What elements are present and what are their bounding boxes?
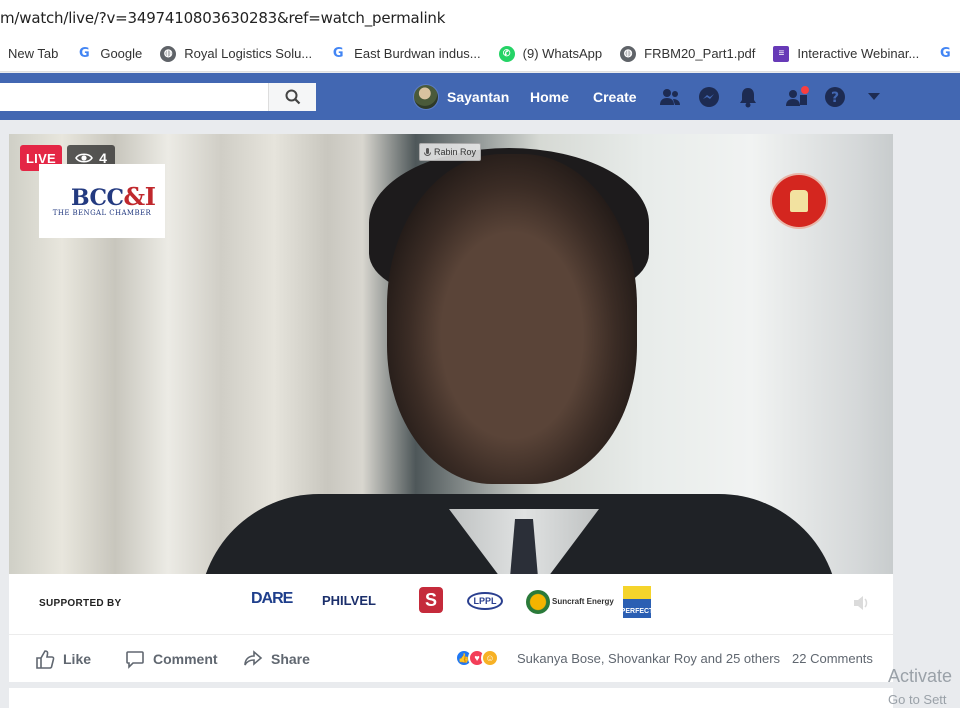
home-link[interactable]: Home <box>530 89 569 105</box>
friend-requests-button[interactable] <box>785 85 809 109</box>
haha-reaction-icon: ☺ <box>481 649 499 667</box>
bengal-chamber-logo: BCC&I THE BENGAL CHAMBER <box>39 164 165 238</box>
comment-label: Comment <box>153 651 218 667</box>
profile-name: Sayantan <box>447 89 510 105</box>
bookmark-new-tab[interactable]: New Tab <box>8 46 58 61</box>
speaker-face <box>387 154 637 484</box>
comments-count[interactable]: 22 Comments <box>792 651 873 666</box>
thumbs-up-icon <box>36 650 55 669</box>
bookmark-frbm-pdf[interactable]: ◍ FRBM20_Part1.pdf <box>620 45 756 62</box>
bookmark-label: FRBM20_Part1.pdf <box>644 46 756 61</box>
sponsor-logo-philvel: PHILVEL <box>322 593 376 608</box>
messenger-button[interactable] <box>697 85 721 109</box>
whatsapp-icon: ✆ <box>498 45 515 62</box>
bookmark-label: Interactive Webinar... <box>797 46 920 61</box>
like-button[interactable]: Like <box>35 649 91 669</box>
comment-icon <box>126 651 144 669</box>
account-menu-button[interactable] <box>862 85 886 109</box>
screen: m/watch/live/?v=3497410803630283&ref=wat… <box>0 0 960 708</box>
like-label: Like <box>63 651 92 667</box>
bookmark-label: New Tab <box>8 46 59 61</box>
friends-icon <box>660 89 680 105</box>
logo-main-text: BCC <box>71 185 124 211</box>
speaker-name-tag: Rabin Roy <box>419 143 481 161</box>
avatar <box>413 84 439 110</box>
address-bar[interactable]: m/watch/live/?v=3497410803630283&ref=wat… <box>0 0 960 36</box>
search-button[interactable] <box>268 83 316 111</box>
bookmark-partial[interactable]: G A <box>937 46 960 62</box>
bookmark-label: (9) WhatsApp <box>522 46 603 61</box>
share-button[interactable]: Share <box>243 649 310 669</box>
mic-icon <box>423 147 431 156</box>
friends-button[interactable] <box>658 85 682 109</box>
sponsor-logo-lppl: LPPL <box>467 592 503 610</box>
windows-activation-watermark: Activate <box>888 666 953 686</box>
bookmark-royal-logistics[interactable]: ◍ Royal Logistics Solu... <box>160 45 313 62</box>
sponsor-logo-suncraft-mark <box>526 590 550 614</box>
bookmark-google[interactable]: G Google <box>76 46 142 62</box>
speaker-name: Rabin Roy <box>433 147 477 157</box>
caret-down-icon <box>868 93 880 100</box>
windows-activation-subtext: Go to Sett <box>888 692 947 707</box>
forms-icon: ≡ <box>773 45 790 62</box>
emblem-icon <box>790 190 808 212</box>
address-url[interactable]: m/watch/live/?v=3497410803630283&ref=wat… <box>0 9 445 27</box>
bookmarks-bar: New Tab G Google ◍ Royal Logistics Solu.… <box>0 36 960 72</box>
volume-icon[interactable] <box>852 594 870 612</box>
reactions-summary[interactable]: Sukanya Bose, Shovankar Roy and 25 other… <box>517 651 780 666</box>
create-link[interactable]: Create <box>593 89 637 105</box>
bookmark-label: Google <box>100 46 143 61</box>
government-emblem-logo <box>770 173 828 229</box>
globe-icon: ◍ <box>160 45 177 62</box>
facebook-top-bar: Sayantan Home Create ? <box>0 73 960 120</box>
profile-link[interactable]: Sayantan <box>413 84 509 110</box>
help-button[interactable]: ? <box>823 85 847 109</box>
sponsor-logo-dare: DARE <box>251 590 293 607</box>
bookmark-east-burdwan[interactable]: G East Burdwan indus... <box>330 46 481 62</box>
bell-icon <box>740 88 756 108</box>
share-icon <box>244 650 263 666</box>
post-action-bar: Like Comment Share 👍 ♥ ☺ Sukanya Bose, S… <box>9 634 893 682</box>
sponsor-strip: SUPPORTED BY DARE PHILVEL S LPPL Suncraf… <box>9 574 893 634</box>
friend-requests-icon <box>786 86 809 106</box>
search-icon <box>285 89 300 105</box>
sponsor-logo-suncraft: Suncraft Energy <box>552 597 614 606</box>
globe-icon: ◍ <box>620 45 637 62</box>
logo-subtitle: THE BENGAL CHAMBER <box>52 209 152 217</box>
supported-by-label: SUPPORTED BY <box>39 598 122 609</box>
sponsor-logo-perfect: PERFECT <box>621 586 653 618</box>
google-icon: G <box>79 46 90 61</box>
reaction-icons[interactable]: 👍 ♥ ☺ <box>455 649 499 667</box>
bookmark-interactive-webinar[interactable]: ≡ Interactive Webinar... <box>773 45 920 62</box>
bookmark-label: Royal Logistics Solu... <box>184 46 313 61</box>
google-icon: G <box>332 46 344 61</box>
eye-icon <box>75 153 94 163</box>
share-label: Share <box>271 651 310 667</box>
google-icon: G <box>939 46 951 61</box>
logo-amp-text: &I <box>123 182 156 211</box>
sponsor-logo-s: S <box>419 587 443 613</box>
bookmark-whatsapp[interactable]: ✆ (9) WhatsApp <box>498 45 603 62</box>
notifications-button[interactable] <box>736 85 760 109</box>
comment-button[interactable]: Comment <box>125 649 218 669</box>
svg-text:?: ? <box>831 90 839 106</box>
bookmark-label: East Burdwan indus... <box>354 46 481 61</box>
help-icon: ? <box>825 87 845 107</box>
messenger-icon <box>699 87 719 107</box>
next-card-edge <box>9 688 893 708</box>
